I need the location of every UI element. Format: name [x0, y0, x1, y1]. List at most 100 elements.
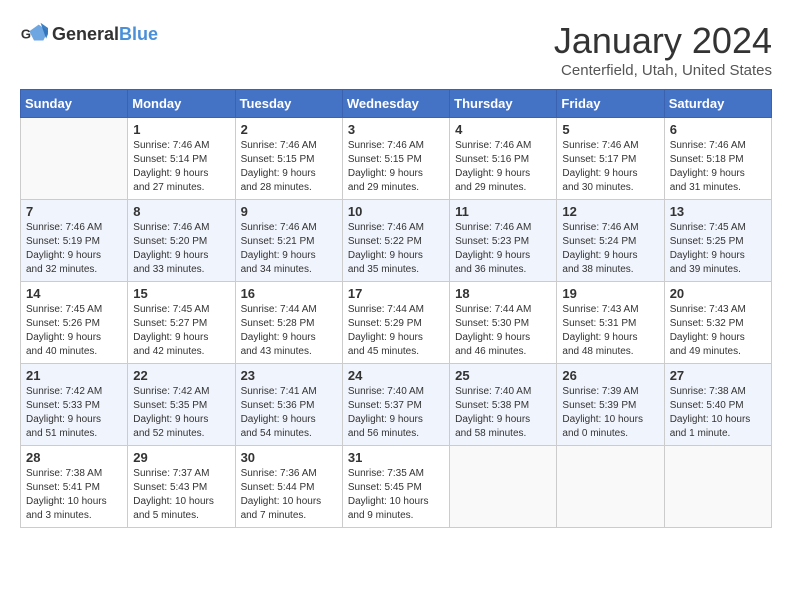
day-number: 24: [348, 368, 444, 383]
day-info: Sunrise: 7:46 AM Sunset: 5:19 PM Dayligh…: [26, 221, 122, 277]
header: G GeneralBlue January 2024 Centerfield, …: [20, 20, 772, 79]
day-info: Sunrise: 7:45 AM Sunset: 5:25 PM Dayligh…: [670, 221, 766, 277]
day-number: 7: [26, 204, 122, 219]
calendar-cell: [557, 446, 664, 528]
calendar-cell: [664, 446, 771, 528]
calendar-cell: 28 Sunrise: 7:38 AM Sunset: 5:41 PM Dayli…: [21, 446, 128, 528]
day-number: 18: [455, 286, 551, 301]
day-info: Sunrise: 7:43 AM Sunset: 5:31 PM Dayligh…: [562, 303, 658, 359]
calendar-cell: 8Sunrise: 7:46 AM Sunset: 5:20 PM Daylig…: [128, 200, 235, 282]
calendar-header-row: SundayMondayTuesdayWednesdayThursdayFrid…: [21, 90, 772, 118]
day-number: 10: [348, 204, 444, 219]
day-info: Sunrise: 7:46 AM Sunset: 5:16 PM Dayligh…: [455, 139, 551, 195]
day-info: Sunrise: 7:46 AM Sunset: 5:22 PM Dayligh…: [348, 221, 444, 277]
calendar-cell: 13 Sunrise: 7:45 AM Sunset: 5:25 PM Dayli…: [664, 200, 771, 282]
day-number: 19: [562, 286, 658, 301]
calendar-cell: 4 Sunrise: 7:46 AM Sunset: 5:16 PM Daylig…: [450, 118, 557, 200]
calendar-cell: 30Sunrise: 7:36 AM Sunset: 5:44 PM Dayli…: [235, 446, 342, 528]
day-number: 8: [133, 204, 229, 219]
logo: G GeneralBlue: [20, 20, 158, 48]
day-info: Sunrise: 7:46 AM Sunset: 5:17 PM Dayligh…: [562, 139, 658, 195]
calendar-cell: 22 Sunrise: 7:42 AM Sunset: 5:35 PM Dayli…: [128, 364, 235, 446]
calendar-cell: 17Sunrise: 7:44 AM Sunset: 5:29 PM Dayli…: [342, 282, 449, 364]
day-number: 29: [133, 450, 229, 465]
day-number: 17: [348, 286, 444, 301]
calendar-week-1: 1 Sunrise: 7:46 AM Sunset: 5:14 PM Daylig…: [21, 118, 772, 200]
calendar-week-4: 21Sunrise: 7:42 AM Sunset: 5:33 PM Dayli…: [21, 364, 772, 446]
calendar-cell: 21Sunrise: 7:42 AM Sunset: 5:33 PM Dayli…: [21, 364, 128, 446]
calendar-cell: 24Sunrise: 7:40 AM Sunset: 5:37 PM Dayli…: [342, 364, 449, 446]
day-number: 31: [348, 450, 444, 465]
day-info: Sunrise: 7:46 AM Sunset: 5:21 PM Dayligh…: [241, 221, 337, 277]
day-number: 28: [26, 450, 122, 465]
day-info: Sunrise: 7:46 AM Sunset: 5:15 PM Dayligh…: [241, 139, 337, 195]
calendar-cell: 14 Sunrise: 7:45 AM Sunset: 5:26 PM Dayli…: [21, 282, 128, 364]
day-number: 1: [133, 122, 229, 137]
day-number: 25: [455, 368, 551, 383]
day-number: 6: [670, 122, 766, 137]
calendar-body: 1 Sunrise: 7:46 AM Sunset: 5:14 PM Daylig…: [21, 118, 772, 528]
day-info: Sunrise: 7:46 AM Sunset: 5:15 PM Dayligh…: [348, 139, 444, 195]
svg-text:G: G: [21, 27, 31, 42]
day-number: 4: [455, 122, 551, 137]
calendar-cell: [450, 446, 557, 528]
day-info: Sunrise: 7:42 AM Sunset: 5:35 PM Dayligh…: [133, 385, 229, 441]
day-info: Sunrise: 7:44 AM Sunset: 5:28 PM Dayligh…: [241, 303, 337, 359]
calendar-cell: 25 Sunrise: 7:40 AM Sunset: 5:38 PM Dayli…: [450, 364, 557, 446]
day-number: 22: [133, 368, 229, 383]
day-info: Sunrise: 7:46 AM Sunset: 5:14 PM Dayligh…: [133, 139, 229, 195]
weekday-header-monday: Monday: [128, 90, 235, 118]
location-title: Centerfield, Utah, United States: [554, 62, 772, 79]
day-info: Sunrise: 7:41 AM Sunset: 5:36 PM Dayligh…: [241, 385, 337, 441]
weekday-header-saturday: Saturday: [664, 90, 771, 118]
day-info: Sunrise: 7:46 AM Sunset: 5:23 PM Dayligh…: [455, 221, 551, 277]
calendar-cell: 31 Sunrise: 7:35 AM Sunset: 5:45 PM Dayli…: [342, 446, 449, 528]
day-info: Sunrise: 7:40 AM Sunset: 5:38 PM Dayligh…: [455, 385, 551, 441]
calendar-cell: 7 Sunrise: 7:46 AM Sunset: 5:19 PM Daylig…: [21, 200, 128, 282]
day-info: Sunrise: 7:42 AM Sunset: 5:33 PM Dayligh…: [26, 385, 122, 441]
calendar-week-2: 7 Sunrise: 7:46 AM Sunset: 5:19 PM Daylig…: [21, 200, 772, 282]
calendar-cell: 18 Sunrise: 7:44 AM Sunset: 5:30 PM Dayli…: [450, 282, 557, 364]
day-number: 14: [26, 286, 122, 301]
day-number: 13: [670, 204, 766, 219]
calendar-cell: 11 Sunrise: 7:46 AM Sunset: 5:23 PM Dayli…: [450, 200, 557, 282]
calendar-week-3: 14 Sunrise: 7:45 AM Sunset: 5:26 PM Dayli…: [21, 282, 772, 364]
day-info: Sunrise: 7:43 AM Sunset: 5:32 PM Dayligh…: [670, 303, 766, 359]
calendar-cell: 27 Sunrise: 7:38 AM Sunset: 5:40 PM Dayli…: [664, 364, 771, 446]
calendar-cell: 3 Sunrise: 7:46 AM Sunset: 5:15 PM Daylig…: [342, 118, 449, 200]
calendar-cell: 20 Sunrise: 7:43 AM Sunset: 5:32 PM Dayli…: [664, 282, 771, 364]
logo-icon: G: [20, 20, 48, 48]
day-number: 15: [133, 286, 229, 301]
day-number: 27: [670, 368, 766, 383]
calendar-cell: 23 Sunrise: 7:41 AM Sunset: 5:36 PM Dayli…: [235, 364, 342, 446]
calendar-cell: 1 Sunrise: 7:46 AM Sunset: 5:14 PM Daylig…: [128, 118, 235, 200]
day-info: Sunrise: 7:39 AM Sunset: 5:39 PM Dayligh…: [562, 385, 658, 441]
calendar-cell: [21, 118, 128, 200]
weekday-header-wednesday: Wednesday: [342, 90, 449, 118]
calendar-cell: 19 Sunrise: 7:43 AM Sunset: 5:31 PM Dayli…: [557, 282, 664, 364]
day-number: 20: [670, 286, 766, 301]
day-info: Sunrise: 7:38 AM Sunset: 5:41 PM Dayligh…: [26, 467, 122, 523]
day-info: Sunrise: 7:35 AM Sunset: 5:45 PM Dayligh…: [348, 467, 444, 523]
day-number: 3: [348, 122, 444, 137]
day-info: Sunrise: 7:46 AM Sunset: 5:18 PM Dayligh…: [670, 139, 766, 195]
calendar-cell: 9Sunrise: 7:46 AM Sunset: 5:21 PM Daylig…: [235, 200, 342, 282]
calendar-cell: 15Sunrise: 7:45 AM Sunset: 5:27 PM Dayli…: [128, 282, 235, 364]
title-area: January 2024 Centerfield, Utah, United S…: [554, 20, 772, 79]
weekday-header-thursday: Thursday: [450, 90, 557, 118]
day-number: 23: [241, 368, 337, 383]
day-info: Sunrise: 7:45 AM Sunset: 5:26 PM Dayligh…: [26, 303, 122, 359]
calendar-cell: 29Sunrise: 7:37 AM Sunset: 5:43 PM Dayli…: [128, 446, 235, 528]
day-number: 5: [562, 122, 658, 137]
day-info: Sunrise: 7:38 AM Sunset: 5:40 PM Dayligh…: [670, 385, 766, 441]
calendar-cell: 26Sunrise: 7:39 AM Sunset: 5:39 PM Dayli…: [557, 364, 664, 446]
weekday-header-friday: Friday: [557, 90, 664, 118]
calendar-cell: 6 Sunrise: 7:46 AM Sunset: 5:18 PM Daylig…: [664, 118, 771, 200]
day-number: 11: [455, 204, 551, 219]
day-number: 16: [241, 286, 337, 301]
weekday-header-sunday: Sunday: [21, 90, 128, 118]
day-info: Sunrise: 7:36 AM Sunset: 5:44 PM Dayligh…: [241, 467, 337, 523]
day-info: Sunrise: 7:46 AM Sunset: 5:24 PM Dayligh…: [562, 221, 658, 277]
day-info: Sunrise: 7:44 AM Sunset: 5:30 PM Dayligh…: [455, 303, 551, 359]
calendar-cell: 2Sunrise: 7:46 AM Sunset: 5:15 PM Daylig…: [235, 118, 342, 200]
